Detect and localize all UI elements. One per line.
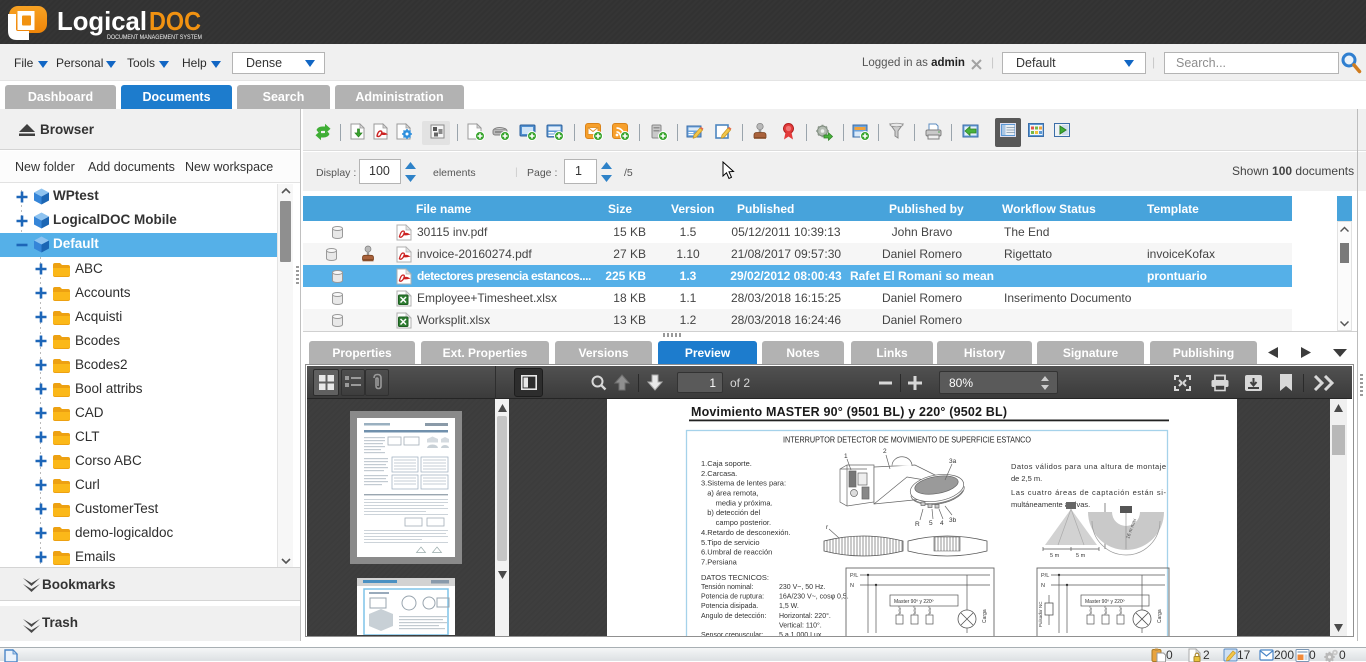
svg-text:Master 90º y 220º: Master 90º y 220º — [894, 599, 934, 605]
svg-text:Horizontal: 220°.: Horizontal: 220°. — [779, 612, 831, 620]
svg-text:Potencia de ruptura:: Potencia de ruptura: — [701, 594, 764, 601]
svg-text:b) detección del: b) detección del — [701, 508, 761, 517]
svg-text:INTERRUPTOR DETECTOR DE MOVIMI: INTERRUPTOR DETECTOR DE MOVIMIENTO DE SU… — [783, 436, 1031, 445]
svg-text:1: 1 — [844, 453, 848, 460]
svg-text:N: N — [1041, 583, 1045, 589]
svg-text:1,5 W.: 1,5 W. — [779, 603, 799, 610]
svg-text:5 m: 5 m — [1050, 553, 1060, 559]
svg-text:3.Sistema de lentes para:: 3.Sistema de lentes para: — [701, 479, 786, 488]
svg-text:P/L: P/L — [1041, 573, 1049, 579]
svg-text:6.Umbral de reacción: 6.Umbral de reacción — [701, 548, 772, 557]
svg-text:5 m: 5 m — [1076, 553, 1086, 559]
svg-text:230 V~, 50 Hz.: 230 V~, 50 Hz. — [779, 584, 826, 591]
svg-text:3b: 3b — [949, 517, 957, 524]
svg-text:2: 2 — [883, 448, 887, 455]
svg-text:N: N — [850, 583, 854, 589]
svg-text:5.Tipo de servicio: 5.Tipo de servicio — [701, 538, 760, 547]
svg-text:aux: aux — [1118, 608, 1123, 614]
svg-text:r: r — [826, 524, 829, 531]
svg-text:de 2,5 m.: de 2,5 m. — [1011, 474, 1042, 483]
svg-text:Carga: Carga — [1157, 609, 1163, 623]
svg-text:3a: 3a — [949, 458, 957, 465]
svg-text:5 a 1.000 Lux.: 5 a 1.000 Lux. — [779, 632, 823, 636]
svg-text:Pulsador NC: Pulsador NC — [1038, 601, 1043, 627]
svg-text:Master 90º y 220º: Master 90º y 220º — [1085, 599, 1125, 605]
svg-text:Sensor crepuscular:: Sensor crepuscular: — [701, 632, 763, 636]
svg-text:Movimiento MASTER 90° (9501 BL: Movimiento MASTER 90° (9501 BL) y 220° (… — [691, 405, 1007, 419]
svg-text:DATOS TECNICOS:: DATOS TECNICOS: — [701, 573, 769, 582]
svg-text:Logical: Logical — [57, 6, 147, 36]
svg-text:aux: aux — [1088, 608, 1093, 614]
svg-text:Carga: Carga — [982, 609, 988, 623]
svg-text:Potencia disipada.: Potencia disipada. — [701, 603, 758, 610]
svg-text:R: R — [915, 521, 920, 528]
svg-text:2.Carcasa.: 2.Carcasa. — [701, 469, 737, 478]
svg-text:Las cuatro áreas de captación: Las cuatro áreas de captación están si- — [1011, 488, 1167, 497]
svg-text:multáneamente activas.: multáneamente activas. — [1011, 500, 1090, 509]
svg-text:aux: aux — [927, 608, 932, 614]
svg-text:a) área remota,: a) área remota, — [701, 489, 759, 498]
svg-text:P/L: P/L — [850, 573, 858, 579]
svg-text:16A/230 V~, cosφ 0,5.: 16A/230 V~, cosφ 0,5. — [779, 594, 849, 601]
svg-text:Vertical: 110°.: Vertical: 110°. — [779, 621, 822, 629]
svg-text:media y próxima.: media y próxima. — [701, 498, 773, 507]
svg-text:Datos válidos para una altura: Datos válidos para una altura de montaje — [1011, 462, 1166, 471]
svg-text:DOC: DOC — [149, 6, 201, 36]
svg-text:5: 5 — [929, 520, 933, 527]
svg-text:aux: aux — [1103, 608, 1108, 614]
svg-text:aux: aux — [897, 608, 902, 614]
svg-text:DOCUMENT MANAGEMENT SYSTEM: DOCUMENT MANAGEMENT SYSTEM — [107, 34, 202, 41]
svg-text:7.Persiana: 7.Persiana — [701, 558, 738, 567]
svg-text:campo posterior.: campo posterior. — [701, 518, 771, 527]
svg-text:Angulo de detección:: Angulo de detección: — [701, 613, 766, 620]
svg-text:1.Caja soporte.: 1.Caja soporte. — [701, 459, 752, 468]
svg-text:4: 4 — [940, 520, 944, 527]
svg-text:4.Retardo de desconexión.: 4.Retardo de desconexión. — [701, 528, 791, 537]
svg-text:Tensión nominal:: Tensión nominal: — [701, 584, 754, 591]
svg-text:aux: aux — [912, 608, 917, 614]
